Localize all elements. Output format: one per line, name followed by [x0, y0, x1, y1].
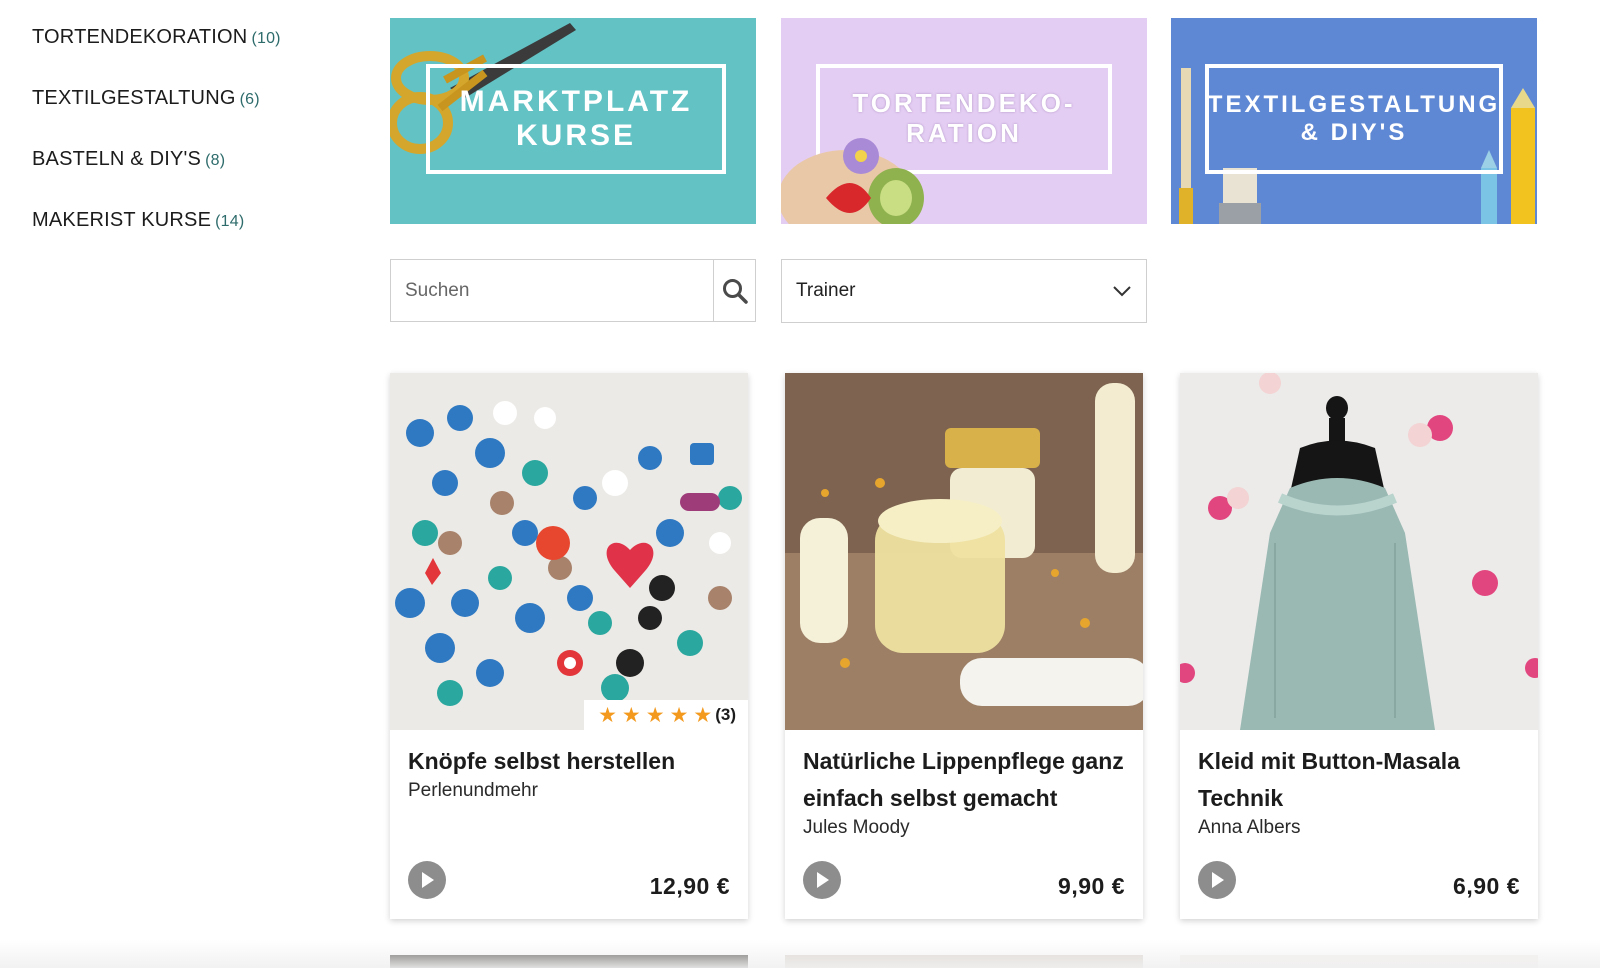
star-icon: ★ [669, 703, 689, 727]
sidebar-item-textilgestaltung[interactable]: TEXTILGESTALTUNG (6) [32, 83, 352, 113]
product-card-next-2[interactable] [785, 955, 1143, 968]
sidebar-item-tortendekoration[interactable]: TORTENDEKORATION (10) [32, 22, 352, 52]
product-author[interactable]: Perlenundmehr [408, 780, 538, 802]
trainer-select[interactable]: Trainer [781, 259, 1147, 323]
product-card-lippenpflege[interactable]: Natürliche Lippenpflege ganz einfach sel… [785, 373, 1143, 919]
banner-line-2: KURSE [515, 119, 636, 152]
product-card-next-3[interactable] [1180, 955, 1538, 968]
category-count: (8) [205, 152, 226, 169]
play-button[interactable] [803, 861, 841, 899]
play-icon [422, 872, 434, 888]
product-author[interactable]: Jules Moody [803, 817, 910, 839]
category-label: MAKERIST KURSE [32, 209, 212, 231]
play-icon [817, 872, 829, 888]
banner-title-frame: MARKTPLATZ KURSE [426, 64, 726, 174]
banner-tortendekoration[interactable]: TORTENDEKO- RATION [781, 18, 1147, 224]
star-icon: ★ [598, 703, 617, 727]
product-image-lip-balm[interactable] [785, 373, 1143, 730]
sidebar-item-basteln[interactable]: BASTELN & DIY'S (8) [32, 144, 352, 174]
product-card-kleid[interactable]: Kleid mit Button-Masala Technik Anna Alb… [1180, 373, 1538, 919]
banner-textilgestaltung[interactable]: TEXTILGESTALTUNG & DIY'S [1171, 18, 1537, 224]
product-title[interactable]: Kleid mit Button-Masala Technik [1198, 743, 1523, 817]
search-box [390, 259, 756, 322]
category-label: BASTELN & DIY'S [32, 148, 202, 170]
banner-line-2: & DIY'S [1300, 119, 1408, 146]
category-count: (14) [215, 213, 245, 230]
product-image-dress[interactable] [1180, 373, 1538, 730]
banner-line-1: MARKTPLATZ [459, 84, 693, 118]
product-card-next-1[interactable] [390, 955, 748, 968]
product-author[interactable]: Anna Albers [1198, 817, 1300, 839]
category-sidebar: TORTENDEKORATION (10) TEXTILGESTALTUNG (6)… [32, 22, 352, 266]
banner-line-1: TEXTILGESTALTUNG [1207, 91, 1501, 119]
product-card-knoepfe[interactable]: ★ ★ ★ ★ ★ (3) Knöpfe selbst herstellen P… [390, 373, 748, 919]
product-image-buttons[interactable]: ★ ★ ★ ★ ★ (3) [390, 373, 748, 730]
star-icon: ★ [693, 703, 713, 727]
product-title[interactable]: Knöpfe selbst herstellen [408, 743, 733, 780]
rating-count: (3) [715, 705, 736, 724]
product-price: 12,90 € [649, 873, 730, 899]
banner-marktplatz-kurse[interactable]: MARKTPLATZ KURSE [390, 18, 756, 224]
product-title[interactable]: Natürliche Lippenpflege ganz einfach sel… [803, 743, 1128, 817]
search-input[interactable] [391, 260, 713, 321]
rating-badge: ★ ★ ★ ★ ★ (3) [584, 700, 748, 730]
magnifier-icon [722, 278, 748, 304]
category-count: (10) [251, 30, 281, 47]
product-price: 6,90 € [1453, 873, 1520, 899]
sidebar-item-makerist-kurse[interactable]: MAKERIST KURSE (14) [32, 205, 352, 235]
star-icon: ★ [621, 703, 641, 727]
category-count: (6) [239, 91, 260, 108]
category-label: TORTENDEKORATION [32, 26, 248, 48]
cake-decoration-image [781, 138, 924, 224]
play-button[interactable] [408, 861, 446, 899]
product-price: 9,90 € [1058, 873, 1125, 899]
banner-line-1: TORTENDEKO- [852, 88, 1076, 119]
category-label: TEXTILGESTALTUNG [32, 87, 236, 109]
play-icon [1212, 872, 1224, 888]
trainer-select-value: Trainer [796, 280, 856, 301]
star-icon: ★ [645, 703, 665, 727]
banner-title-frame: TEXTILGESTALTUNG & DIY'S [1205, 64, 1503, 174]
play-button[interactable] [1198, 861, 1236, 899]
search-button[interactable] [713, 260, 755, 321]
chevron-down-icon [1113, 286, 1131, 297]
